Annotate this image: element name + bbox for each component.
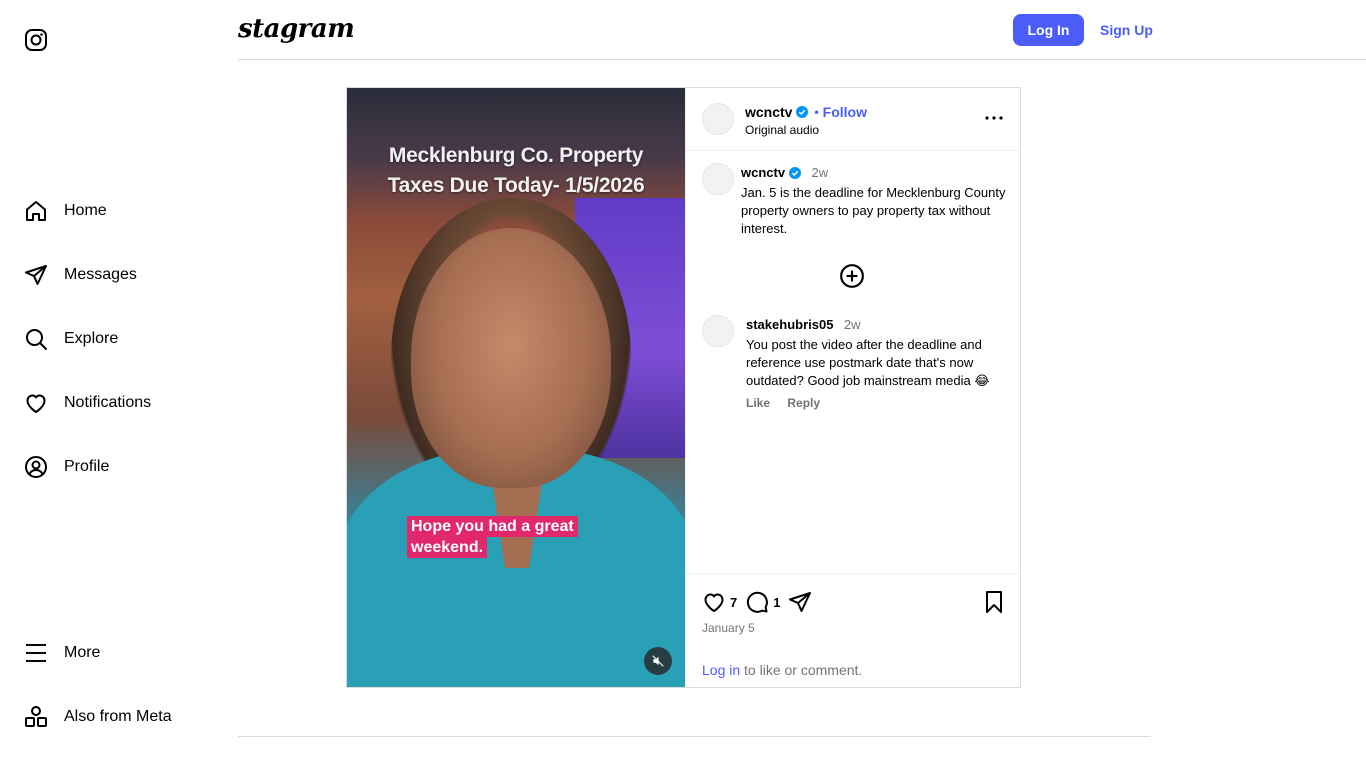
sidebar-item-label: Explore <box>64 330 119 347</box>
like-heart-icon[interactable] <box>702 590 726 614</box>
login-prompt: Log in to like or comment. <box>702 662 862 678</box>
sidebar-item-label: Home <box>64 202 107 219</box>
login-link[interactable]: Log in <box>702 662 740 678</box>
post-date: January 5 <box>702 621 755 635</box>
sidebar-item-profile[interactable]: Profile <box>24 455 109 479</box>
original-audio-link[interactable]: Original audio <box>745 123 819 137</box>
sidebar-item-messages[interactable]: Messages <box>24 263 137 287</box>
sidebar-item-home[interactable]: Home <box>24 199 107 223</box>
video-title-overlay: Mecklenburg Co. Property Taxes Due Today… <box>347 141 685 201</box>
post-caption: wcnctv 2w Jan. 5 is the deadline for Mec… <box>741 164 1011 238</box>
comment-actions: Like Reply <box>746 396 1008 410</box>
video-caption: Hope you had a great weekend. <box>407 516 578 558</box>
sidebar-item-label: Notifications <box>64 394 152 411</box>
caption-text: Jan. 5 is the deadline for Mecklenburg C… <box>741 185 1006 236</box>
bookmark-icon[interactable] <box>982 590 1006 614</box>
apps-icon <box>25 706 47 727</box>
post-author: wcnctv • Follow <box>745 104 867 120</box>
heart-icon <box>26 394 46 413</box>
comment-time: 2w <box>843 317 861 332</box>
sidebar-item-explore[interactable]: Explore <box>24 327 118 351</box>
sidebar: Home Messages Explore Notifications Prof… <box>0 0 238 768</box>
more-options-icon[interactable] <box>982 110 1006 126</box>
post-side-panel: wcnctv • Follow Original audio wcnctv 2w… <box>685 88 1021 687</box>
comment-reply-button[interactable]: Reply <box>787 396 820 410</box>
comment-item: stakehubris05 2w You post the video afte… <box>746 316 1008 410</box>
action-row: 7 1 <box>702 590 812 614</box>
sidebar-item-label: Profile <box>64 458 110 475</box>
separator-dot: • <box>814 105 819 119</box>
video-caption-line-1: Hope you had a great <box>407 516 578 537</box>
comment-count: 1 <box>773 594 781 610</box>
post-actions-footer: 7 1 January 5 Log in to like or comment. <box>686 573 1021 687</box>
load-more-comments-icon[interactable] <box>839 263 865 289</box>
video-person-face <box>411 228 611 488</box>
post-card: Mecklenburg Co. Property Taxes Due Today… <box>346 87 1021 688</box>
signup-link[interactable]: Sign Up <box>1100 22 1153 38</box>
video-caption-line-2: weekend. <box>407 537 488 558</box>
comment-username[interactable]: stakehubris05 <box>746 317 833 332</box>
home-icon <box>26 201 46 221</box>
caption-username-text: wcnctv <box>741 165 786 180</box>
mute-button[interactable] <box>644 647 672 675</box>
comment-bubble-icon[interactable] <box>745 590 769 614</box>
top-bar: stagram Log In Sign Up <box>238 0 1366 60</box>
comment-text: You post the video after the deadline an… <box>746 337 990 388</box>
sidebar-item-notifications[interactable]: Notifications <box>24 391 151 415</box>
caption-time: 2w <box>811 165 829 180</box>
avatar[interactable] <box>702 163 734 195</box>
login-prompt-text: to like or comment. <box>740 662 863 678</box>
comment-like-button[interactable]: Like <box>746 396 770 410</box>
author-username[interactable]: wcnctv <box>745 104 792 120</box>
sidebar-item-label: More <box>64 644 101 661</box>
post-video[interactable]: Mecklenburg Co. Property Taxes Due Today… <box>347 88 685 687</box>
avatar[interactable] <box>702 103 734 135</box>
search-icon <box>26 329 47 350</box>
footer-divider <box>238 736 1151 737</box>
instagram-logo-icon[interactable] <box>24 28 48 52</box>
share-send-icon[interactable] <box>788 590 812 614</box>
profile-icon <box>25 456 47 478</box>
verified-badge-icon <box>796 106 809 118</box>
follow-button[interactable]: Follow <box>823 104 867 120</box>
instagram-wordmark[interactable]: stagram <box>238 14 355 44</box>
sidebar-item-label: Messages <box>64 266 137 283</box>
sidebar-item-label: Also from Meta <box>64 708 172 725</box>
caption-username[interactable]: wcnctv <box>741 165 802 180</box>
video-title-line-2: Taxes Due Today- 1/5/2026 <box>387 174 645 197</box>
send-icon <box>25 265 47 285</box>
sidebar-item-also-from-meta[interactable]: Also from Meta <box>24 705 172 729</box>
like-count: 7 <box>730 594 738 610</box>
post-header: wcnctv • Follow Original audio <box>686 88 1021 151</box>
menu-icon <box>26 644 46 662</box>
avatar[interactable] <box>702 315 734 347</box>
video-title-line-1: Mecklenburg Co. Property <box>388 144 644 167</box>
verified-badge-icon <box>789 166 802 179</box>
muted-speaker-icon <box>652 655 664 667</box>
sidebar-item-more[interactable]: More <box>24 641 100 665</box>
login-button[interactable]: Log In <box>1013 14 1084 46</box>
